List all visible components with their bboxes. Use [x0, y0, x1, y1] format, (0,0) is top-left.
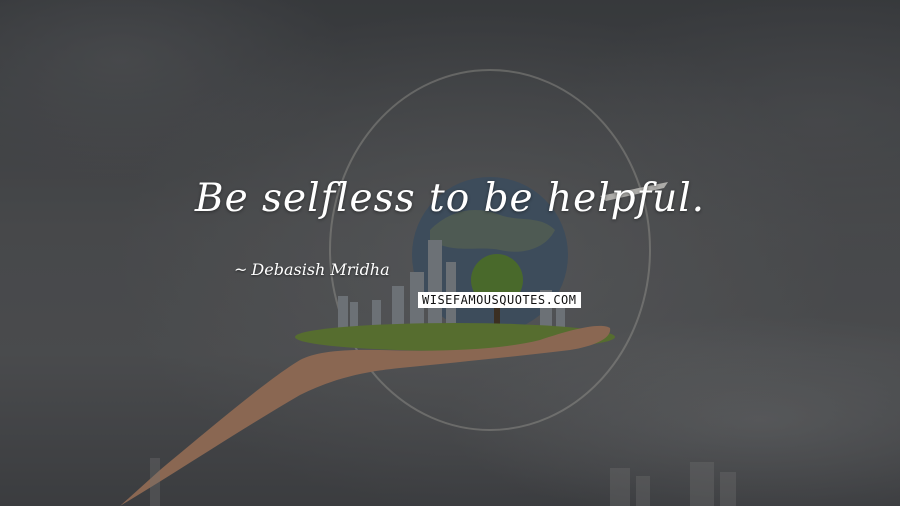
quote-author: ~ Debasish Mridha — [234, 260, 390, 279]
dark-overlay — [0, 0, 900, 506]
quote-text: Be selfless to be helpful. — [194, 176, 706, 221]
background-image — [0, 0, 900, 506]
author-name: Debasish Mridha — [251, 260, 390, 279]
author-prefix: ~ — [234, 260, 248, 279]
site-watermark: WISEFAMOUSQUOTES.COM — [418, 292, 581, 308]
